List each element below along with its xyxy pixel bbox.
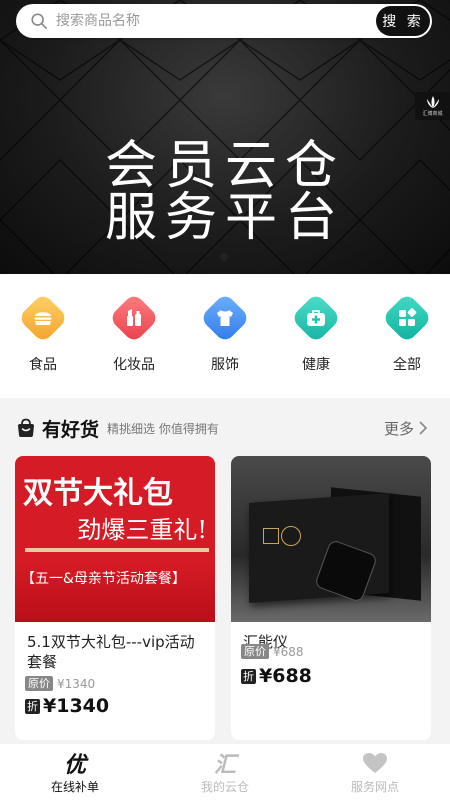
you-icon: 优 (63, 752, 86, 778)
hui-icon: 汇 (213, 752, 236, 778)
category-label: 化妆品 (113, 357, 155, 373)
banner-title: 会员云仓 服务平台 (0, 140, 450, 244)
nav-label: 在线补单 (50, 779, 99, 794)
brand-logo: 汇博商城 (415, 92, 450, 120)
section-title: 有好货 (42, 418, 100, 441)
search-bar: 搜 索 (16, 4, 432, 38)
lipstick-icon (108, 292, 160, 344)
promo-divider (25, 548, 209, 552)
product-card[interactable]: 汇能仪 原价 ¥688 折 ¥688 (231, 456, 431, 740)
section-header: 有好货 精挑细选 你值得拥有 更多 (0, 408, 450, 448)
heart-icon (362, 750, 388, 776)
original-price-tag: 原价 (241, 644, 269, 659)
category-food[interactable]: 食品 (16, 274, 70, 398)
grid-icon (381, 292, 433, 344)
category-label: 服饰 (211, 357, 239, 373)
price-row: 折 ¥1340 (15, 695, 215, 717)
promo-caption: 【五一&母亲节活动套餐】 (21, 571, 186, 587)
category-all[interactable]: 全部 (380, 274, 434, 398)
promo-subheadline: 劲爆三重礼! (77, 516, 207, 544)
discount-tag: 折 (25, 698, 40, 714)
original-price: ¥1340 (57, 676, 96, 691)
product-title: 5.1双节大礼包---vip活动套餐 (27, 633, 195, 671)
burger-icon (17, 292, 69, 344)
search-input[interactable] (56, 13, 376, 29)
category-apparel[interactable]: 服饰 (198, 274, 252, 398)
banner-carousel[interactable]: 会员云仓 服务平台 汇博商城 (0, 0, 450, 274)
bottom-nav: 优 在线补单 汇 我的云仓 服务网点 (0, 744, 450, 800)
nav-tab-online-order[interactable]: 优 在线补单 (0, 744, 150, 800)
banner-title-line1: 会员云仓 (104, 136, 345, 196)
nav-tab-service-outlets[interactable]: 服务网点 (300, 744, 450, 800)
section-subtitle: 精挑细选 你值得拥有 (107, 421, 219, 436)
current-price: ¥688 (259, 665, 312, 687)
shopping-bag-icon (18, 418, 34, 437)
nav-label: 我的云仓 (200, 779, 249, 794)
nav-tab-my-cloud-warehouse[interactable]: 汇 我的云仓 (150, 744, 300, 800)
category-label: 健康 (302, 357, 330, 373)
banner-title-line2: 服务平台 (104, 188, 345, 248)
product-image (231, 456, 431, 622)
category-label: 食品 (29, 357, 57, 373)
chevron-right-icon (419, 421, 428, 435)
promo-headline: 双节大礼包 (23, 476, 173, 511)
price-row: 折 ¥688 (231, 665, 431, 687)
nav-label: 服务网点 (350, 779, 399, 794)
original-price: ¥688 (273, 644, 304, 659)
medkit-icon (290, 292, 342, 344)
current-price: ¥1340 (43, 695, 110, 717)
original-price-row: 原价 ¥688 (231, 644, 431, 659)
tshirt-icon (199, 292, 251, 344)
more-label: 更多 (383, 419, 414, 438)
search-icon (31, 13, 48, 30)
search-button[interactable]: 搜 索 (376, 6, 430, 36)
discount-tag: 折 (241, 668, 256, 684)
carousel-indicator[interactable] (220, 253, 228, 261)
product-image: 双节大礼包 劲爆三重礼! 【五一&母亲节活动套餐】 (15, 456, 215, 622)
category-bar: 食品 化妆品 服饰 健康 全部 (0, 274, 450, 398)
product-card[interactable]: 双节大礼包 劲爆三重礼! 【五一&母亲节活动套餐】 5.1双节大礼包---vip… (15, 456, 215, 740)
more-link[interactable]: 更多 (384, 418, 428, 439)
category-health[interactable]: 健康 (289, 274, 343, 398)
category-label: 全部 (393, 357, 421, 373)
original-price-tag: 原价 (25, 676, 53, 691)
brand-logo-text: 汇博商城 (422, 111, 443, 117)
category-cosmetics[interactable]: 化妆品 (107, 274, 161, 398)
original-price-row: 原价 ¥1340 (15, 676, 215, 691)
lotus-icon (426, 96, 439, 108)
